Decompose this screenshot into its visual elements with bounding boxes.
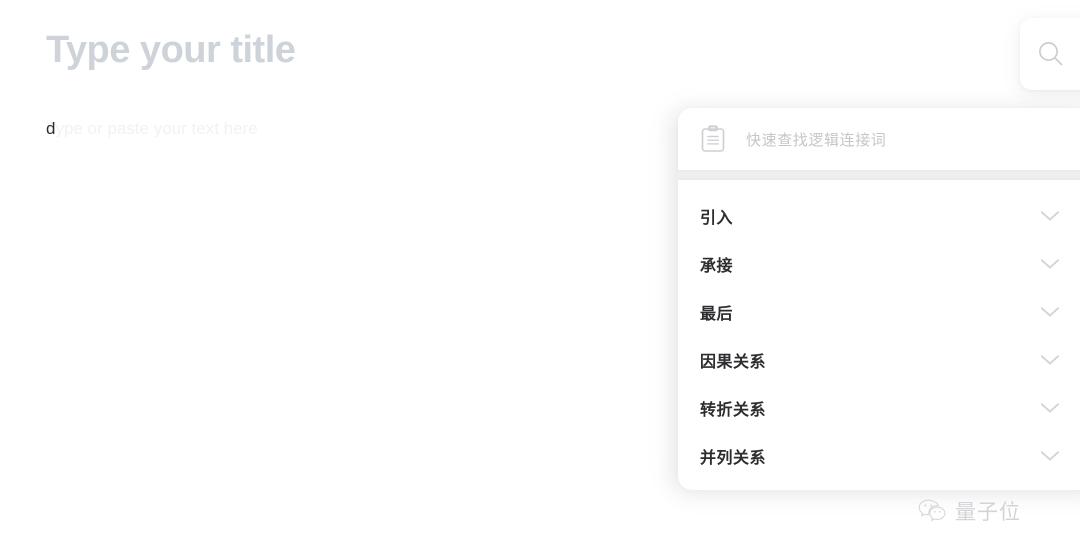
- document-body-placeholder: Type or paste your text here: [46, 119, 258, 138]
- panel-search-placeholder: 快速查找逻辑连接词: [746, 130, 887, 149]
- category-label: 转折关系: [700, 400, 767, 419]
- category-label: 并列关系: [700, 448, 767, 467]
- category-row[interactable]: 引入: [678, 192, 1080, 240]
- chevron-down-icon[interactable]: [1040, 258, 1060, 270]
- category-label: 最后: [700, 304, 734, 323]
- watermark: 量子位: [918, 496, 1021, 526]
- chevron-down-icon[interactable]: [1040, 354, 1060, 366]
- chevron-down-icon[interactable]: [1040, 402, 1060, 414]
- global-search-button[interactable]: [1020, 18, 1080, 90]
- category-row[interactable]: 并列关系: [678, 432, 1080, 480]
- chevron-down-icon[interactable]: [1040, 210, 1060, 222]
- panel-search-field[interactable]: 快速查找逻辑连接词: [678, 108, 1080, 170]
- category-row[interactable]: 因果关系: [678, 336, 1080, 384]
- chevron-down-icon[interactable]: [1040, 450, 1060, 462]
- document-body-text: d: [46, 119, 56, 138]
- app-root: Type your title Type or paste your text …: [0, 0, 1080, 556]
- document-editor: Type your title Type or paste your text …: [0, 0, 700, 556]
- document-title-input[interactable]: Type your title: [46, 26, 296, 74]
- category-label: 承接: [700, 256, 734, 275]
- chevron-down-icon[interactable]: [1040, 306, 1060, 318]
- category-label: 因果关系: [700, 352, 767, 371]
- watermark-text: 量子位: [955, 500, 1021, 524]
- category-label: 引入: [700, 208, 734, 227]
- connective-words-panel: 快速查找逻辑连接词 引入承接最后因果关系转折关系并列关系: [678, 108, 1080, 490]
- search-icon: [1039, 42, 1063, 66]
- clipboard-icon: [701, 125, 725, 152]
- category-row[interactable]: 最后: [678, 288, 1080, 336]
- category-row[interactable]: 转折关系: [678, 384, 1080, 432]
- connective-category-list: 引入承接最后因果关系转折关系并列关系: [678, 180, 1080, 490]
- document-body-input[interactable]: Type or paste your text here d: [46, 116, 258, 142]
- category-row[interactable]: 承接: [678, 240, 1080, 288]
- wechat-logo-icon: [918, 499, 946, 522]
